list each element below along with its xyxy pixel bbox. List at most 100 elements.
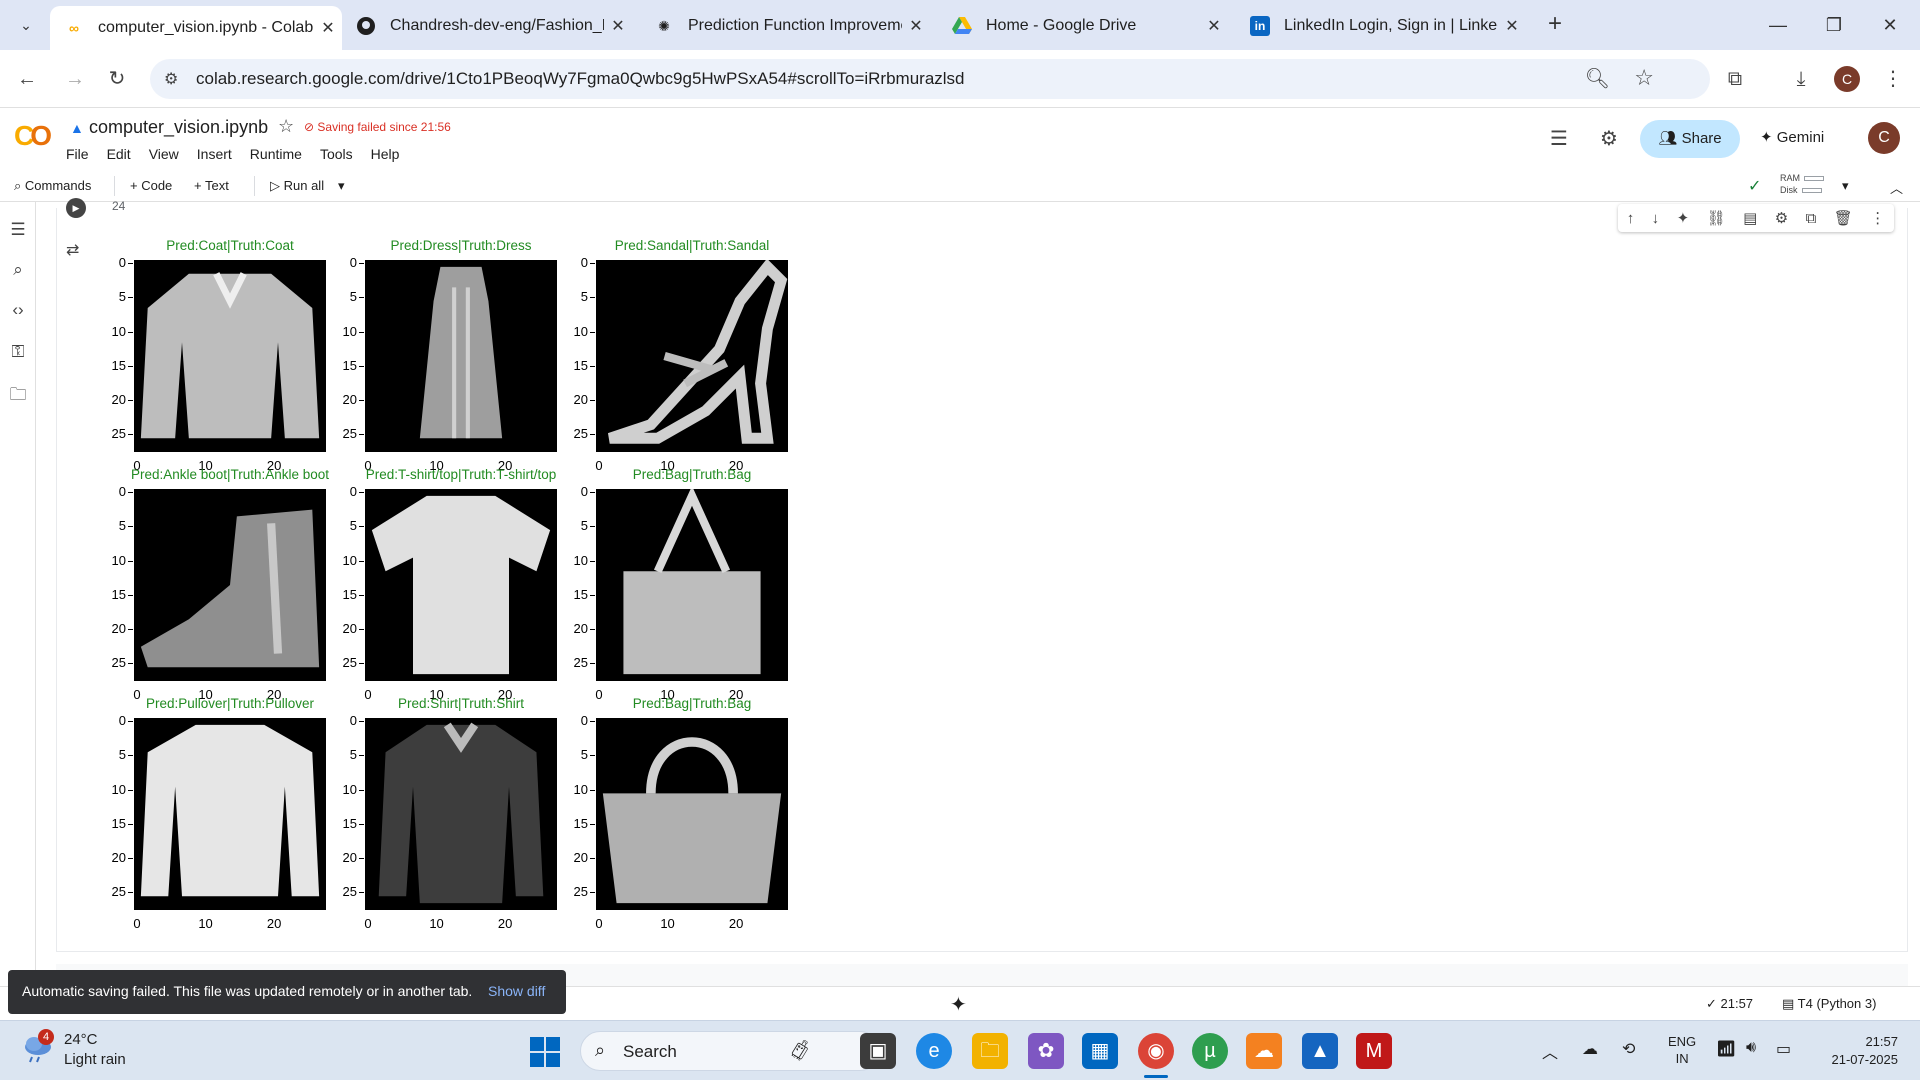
code-snippets-icon[interactable]: ‹› — [8, 300, 28, 320]
table-of-contents-icon[interactable]: ☰ — [8, 220, 28, 240]
tab-colab[interactable]: ∞ computer_vision.ipynb - Colab ✕ — [50, 6, 342, 50]
tab-github[interactable]: Chandresh-dev-eng/Fashion_M ✕ — [342, 6, 632, 46]
gemini-sparkle-icon[interactable]: ✦ — [950, 992, 967, 1017]
battery-icon[interactable]: ▭ — [1776, 1039, 1791, 1059]
more-icon[interactable]: ⋮ — [1870, 209, 1885, 227]
zoom-icon[interactable]: 🔍︎ — [1585, 66, 1610, 91]
menu-help[interactable]: Help — [371, 146, 400, 162]
wifi-icon[interactable]: 📶︎ — [1716, 1039, 1736, 1059]
cloudflare-icon[interactable]: ☁ — [1246, 1033, 1282, 1069]
chevron-down-icon[interactable]: ▾ — [338, 178, 345, 194]
weather-desc[interactable]: Light rain — [64, 1051, 126, 1068]
copilot-icon[interactable]: ✿ — [1028, 1033, 1064, 1069]
commands-button[interactable]: ⌕ Commands — [14, 178, 91, 194]
user-avatar[interactable]: C — [1868, 122, 1900, 154]
taskbar-search[interactable]: ⌕ Search 🧳︎ — [580, 1031, 880, 1071]
share-button[interactable]: 👥︎ Share — [1640, 120, 1740, 158]
bookmark-star-icon[interactable]: ☆ — [1634, 65, 1654, 91]
microsoft-store-icon[interactable]: ▦ — [1082, 1033, 1118, 1069]
restore-button[interactable]: ❐ — [1806, 8, 1862, 42]
fashion-image-bag — [596, 489, 788, 681]
close-icon[interactable]: ✕ — [1200, 16, 1228, 36]
menu-view[interactable]: View — [149, 146, 179, 162]
chevron-up-icon[interactable]: ︿ — [1542, 1039, 1558, 1063]
gemini-button[interactable]: ✦ Gemini — [1760, 128, 1824, 146]
last-saved-time[interactable]: ✓ 21:57 — [1706, 996, 1753, 1012]
star-icon[interactable]: ☆ — [278, 116, 294, 137]
menu-edit[interactable]: Edit — [107, 146, 131, 162]
tab-search-icon[interactable]: ⌄ — [10, 10, 42, 40]
reload-button[interactable]: ↻ — [100, 62, 134, 96]
profile-avatar[interactable]: C — [1834, 66, 1860, 92]
comment-icon[interactable]: ▤ — [1743, 209, 1757, 227]
windows-start-icon[interactable] — [530, 1037, 560, 1067]
gemini-sparkle-icon[interactable]: ✦ — [1677, 209, 1690, 227]
ram-meter: RAM — [1780, 172, 1824, 184]
show-diff-button[interactable]: Show diff — [488, 983, 545, 999]
lang-line1: ENG — [1668, 1034, 1697, 1049]
runtime-status[interactable]: ▤ T4 (Python 3) — [1782, 996, 1876, 1012]
forward-button[interactable]: → — [58, 62, 92, 96]
mirror-cell-icon[interactable]: ⧉ — [1806, 210, 1817, 227]
photos-icon[interactable]: ▲ — [1302, 1033, 1338, 1069]
folder-icon[interactable]: 🗀 — [8, 382, 28, 404]
input-language[interactable]: ENG IN — [1668, 1033, 1696, 1067]
tab-google-drive[interactable]: Home - Google Drive ✕ — [938, 6, 1228, 46]
sync-icon[interactable]: ⟲ — [1622, 1039, 1635, 1059]
save-status[interactable]: ⊘ Saving failed since 21:56 — [304, 120, 451, 134]
close-icon[interactable]: ✕ — [902, 16, 930, 36]
run-cell-button[interactable]: ▶ — [66, 198, 86, 218]
output-actions-icon[interactable]: ⇄ — [66, 240, 79, 260]
chevron-up-icon[interactable]: ︿ — [1890, 178, 1903, 197]
weather-temp[interactable]: 24°C — [64, 1031, 98, 1048]
back-button[interactable]: ← — [10, 62, 44, 96]
tab-chatgpt[interactable]: ✺ Prediction Function Improveme ✕ — [640, 6, 930, 46]
url-text[interactable]: colab.research.google.com/drive/1Cto1PBe… — [196, 69, 965, 89]
disk-label: Disk — [1780, 185, 1798, 195]
menu-runtime[interactable]: Runtime — [250, 146, 302, 162]
move-up-icon[interactable]: ↑ — [1627, 210, 1635, 227]
task-view-icon[interactable]: ▣ — [860, 1033, 896, 1069]
settings-icon[interactable]: ⚙ — [1600, 126, 1618, 151]
download-icon[interactable]: ⤓ — [1784, 62, 1818, 96]
move-down-icon[interactable]: ↓ — [1652, 210, 1660, 227]
run-all-button[interactable]: ▷ Run all — [270, 178, 324, 194]
utorrent-icon[interactable]: µ — [1192, 1033, 1228, 1069]
close-icon[interactable]: ✕ — [604, 16, 632, 36]
mcafee-icon[interactable]: M — [1356, 1033, 1392, 1069]
new-tab-button[interactable]: + — [1540, 10, 1570, 40]
notebook-title[interactable]: computer_vision.ipynb — [89, 117, 268, 138]
resource-monitor[interactable]: RAM Disk — [1780, 172, 1824, 196]
chrome-menu-icon[interactable]: ⋮ — [1876, 62, 1910, 96]
secrets-key-icon[interactable]: ⚿ — [8, 342, 28, 362]
extensions-icon[interactable]: ⧉ — [1718, 62, 1752, 96]
settings-icon[interactable]: ⚙ — [1775, 209, 1788, 227]
site-info-icon[interactable]: ⚙ — [164, 69, 178, 89]
volume-icon[interactable]: 🔊︎ — [1746, 1039, 1756, 1057]
menu-insert[interactable]: Insert — [197, 146, 232, 162]
close-icon[interactable]: ✕ — [1498, 16, 1526, 36]
subplot-title: Pred:Bag|Truth:Bag — [632, 467, 752, 482]
subplot-title: Pred:Bag|Truth:Bag — [632, 696, 752, 711]
delete-icon[interactable]: 🗑︎ — [1834, 209, 1853, 227]
fashion-image-shirt — [365, 718, 557, 910]
onedrive-icon[interactable]: ☁ — [1582, 1039, 1598, 1059]
menu-file[interactable]: File — [66, 146, 89, 162]
close-window-button[interactable]: ✕ — [1862, 8, 1918, 42]
clock[interactable]: 21:57 21-07-2025 — [1814, 1033, 1899, 1069]
close-icon[interactable]: ✕ — [314, 18, 342, 38]
menu-tools[interactable]: Tools — [320, 146, 353, 162]
link-icon[interactable]: ⛓ — [1707, 209, 1726, 227]
add-code-button[interactable]: + Code — [130, 178, 172, 193]
address-bar[interactable]: ⚙ colab.research.google.com/drive/1Cto1P… — [150, 59, 1710, 99]
comment-icon[interactable]: ☰ — [1550, 126, 1568, 151]
edge-icon[interactable]: e — [916, 1033, 952, 1069]
file-explorer-icon[interactable]: 🗀 — [972, 1033, 1008, 1069]
tab-linkedin[interactable]: in LinkedIn Login, Sign in | Linked ✕ — [1236, 6, 1526, 46]
chevron-down-icon[interactable]: ▾ — [1842, 178, 1849, 194]
colab-logo[interactable]: CO — [14, 120, 52, 152]
add-text-button[interactable]: + Text — [194, 178, 229, 193]
find-icon[interactable]: ⌕ — [8, 260, 28, 280]
minimize-button[interactable]: — — [1750, 8, 1806, 42]
chrome-icon[interactable]: ◉ — [1138, 1033, 1174, 1069]
